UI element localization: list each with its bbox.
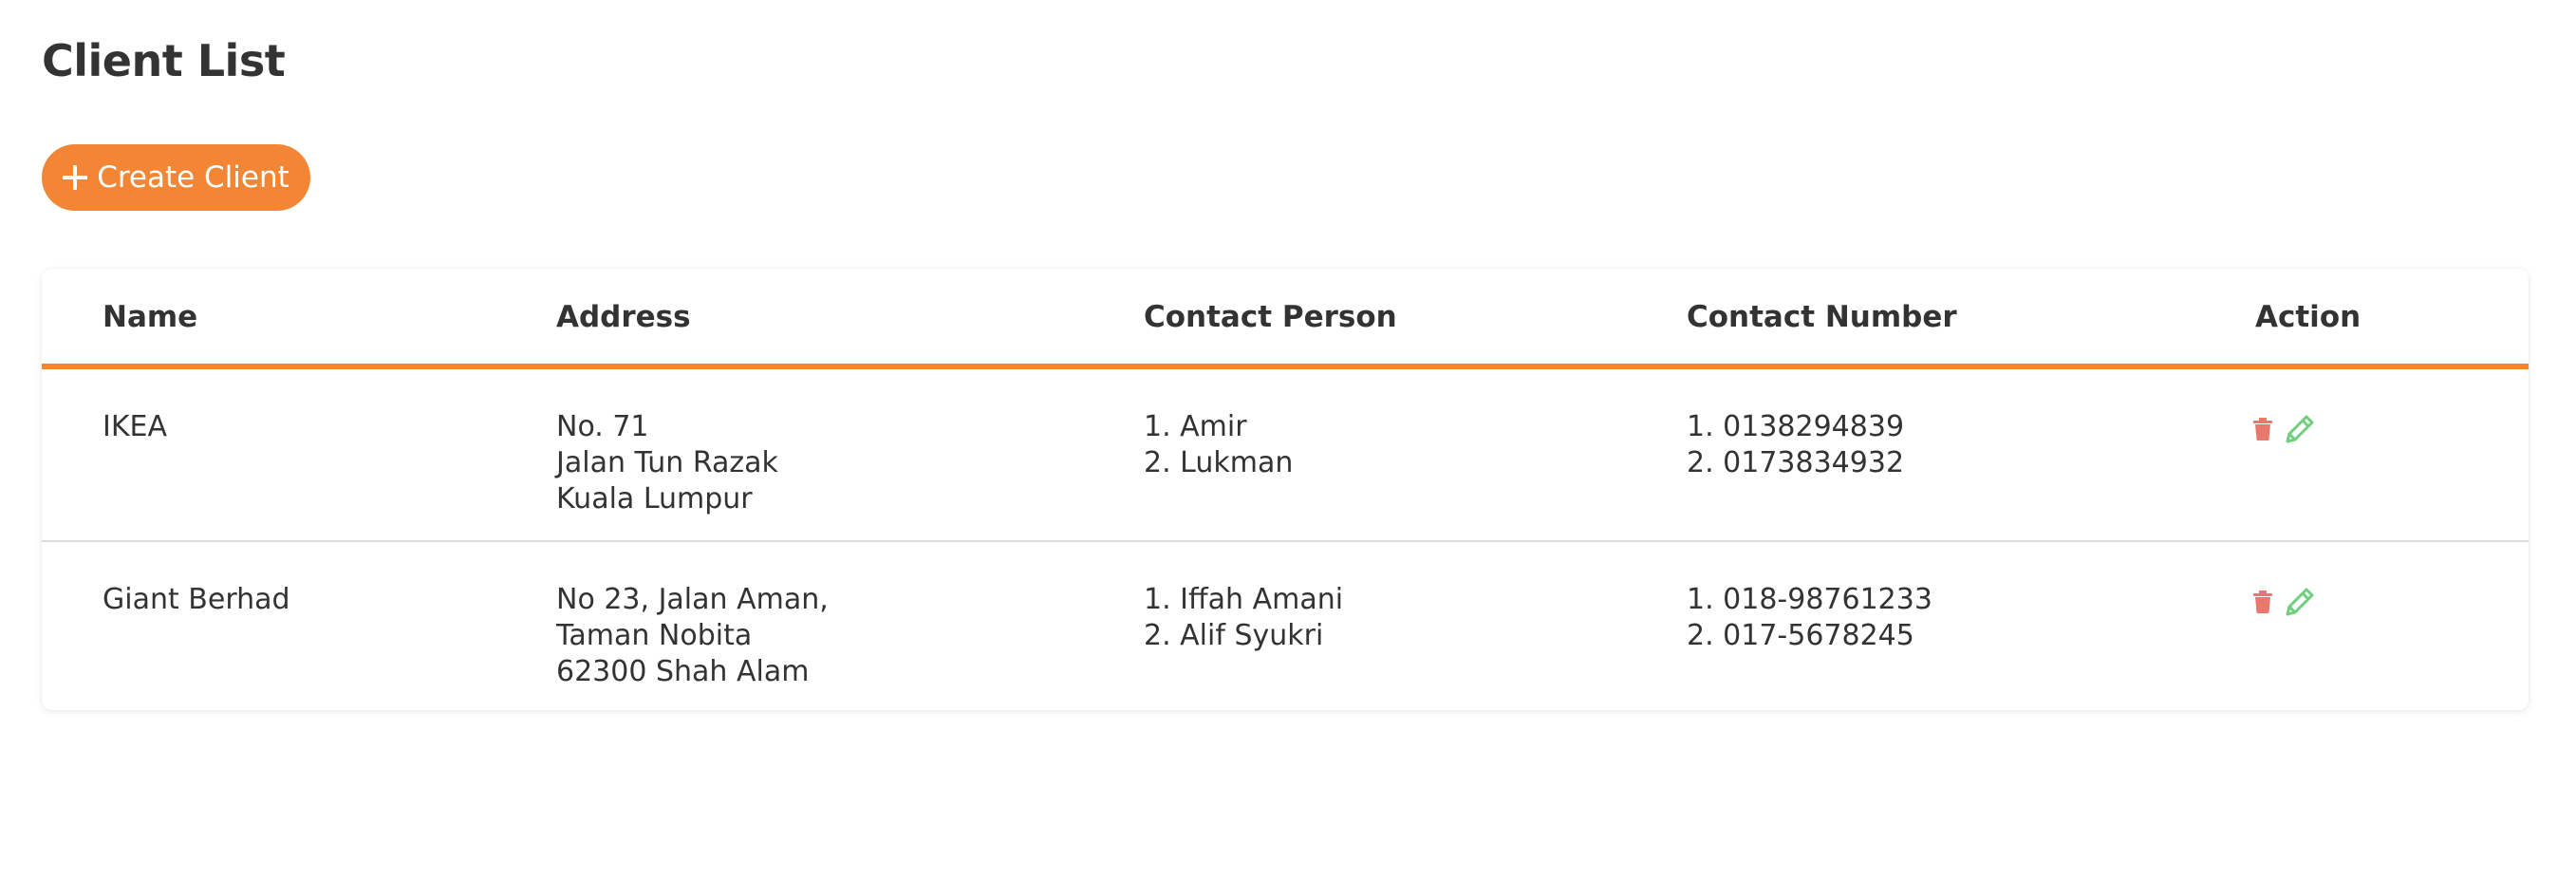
contact-person: 2. Alif Syukri [1144, 619, 1324, 652]
cell-name: IKEA [103, 409, 167, 445]
header-contact-number: Contact Number [1687, 300, 1957, 334]
cell-contact-number: 1. 0138294839 2. 0173834932 [1687, 409, 1904, 481]
cell-contact-number: 1. 018-98761233 2. 017-5678245 [1687, 582, 1932, 654]
client-name: Giant Berhad [103, 583, 290, 616]
delete-button[interactable] [2253, 418, 2272, 440]
contact-person: 1. Amir [1144, 410, 1247, 443]
pencil-icon [2286, 415, 2314, 443]
address-line: Taman Nobita [556, 619, 753, 652]
table-row: Giant Berhad No 23, Jalan Aman, Taman No… [42, 542, 2529, 710]
client-table: Name Address Contact Person Contact Numb… [42, 269, 2529, 710]
cell-address: No. 71 Jalan Tun Razak Kuala Lumpur [556, 409, 778, 517]
contact-number: 2. 017-5678245 [1687, 619, 1914, 652]
page-title: Client List [42, 35, 286, 86]
trash-icon [2253, 418, 2272, 440]
create-client-button[interactable]: Create Client [42, 144, 310, 211]
address-line: No 23, Jalan Aman, [556, 583, 829, 616]
cell-address: No 23, Jalan Aman, Taman Nobita 62300 Sh… [556, 582, 829, 690]
contact-person: 1. Iffah Amani [1144, 583, 1344, 616]
edit-button[interactable] [2284, 586, 2316, 618]
contact-person: 2. Lukman [1144, 446, 1294, 479]
contact-number: 2. 0173834932 [1687, 446, 1905, 479]
edit-button[interactable] [2284, 413, 2316, 445]
header-address: Address [556, 300, 691, 334]
plus-icon [63, 165, 88, 190]
client-name: IKEA [103, 410, 167, 443]
create-client-label: Create Client [97, 160, 289, 195]
header-name: Name [103, 300, 198, 334]
contact-number: 1. 018-98761233 [1687, 583, 1932, 616]
delete-button[interactable] [2253, 590, 2272, 613]
cell-contact-person: 1. Iffah Amani 2. Alif Syukri [1144, 582, 1343, 654]
header-contact-person: Contact Person [1144, 300, 1397, 334]
pencil-icon [2286, 588, 2314, 616]
cell-contact-person: 1. Amir 2. Lukman [1144, 409, 1293, 481]
trash-icon [2253, 590, 2272, 613]
address-line: 62300 Shah Alam [556, 655, 810, 688]
cell-name: Giant Berhad [103, 582, 290, 618]
row-actions [2253, 413, 2316, 445]
table-row: IKEA No. 71 Jalan Tun Razak Kuala Lumpur… [42, 369, 2529, 542]
table-header: Name Address Contact Person Contact Numb… [42, 269, 2529, 369]
row-actions [2253, 586, 2316, 618]
address-line: Jalan Tun Razak [556, 446, 778, 479]
address-line: Kuala Lumpur [556, 482, 753, 515]
address-line: No. 71 [556, 410, 649, 443]
header-action: Action [2255, 300, 2361, 334]
contact-number: 1. 0138294839 [1687, 410, 1905, 443]
